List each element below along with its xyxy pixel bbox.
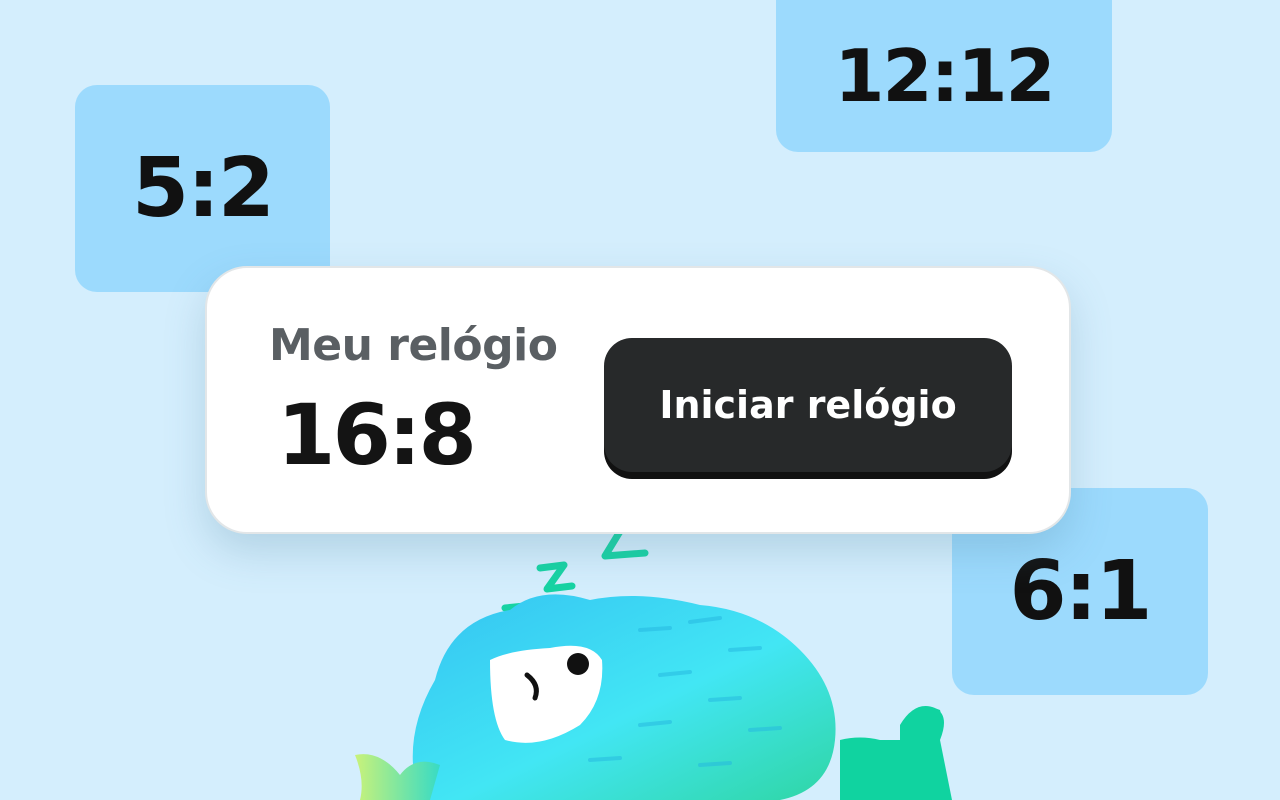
tile-text: 6:1: [1009, 544, 1153, 639]
my-clock-card: Meu relógio 16:8 Iniciar relógio: [205, 266, 1071, 534]
fasting-plan-tile-5-2: 5:2: [75, 85, 330, 292]
sleeping-mascot-icon: [355, 511, 952, 800]
fasting-plan-tile-12-12: 12:12: [776, 0, 1112, 152]
tile-text: 5:2: [132, 141, 275, 236]
start-clock-button[interactable]: Iniciar relógio: [604, 338, 1012, 472]
tile-text: 12:12: [834, 34, 1055, 118]
fasting-ratio-value: 16:8: [277, 386, 477, 484]
my-clock-label: Meu relógio: [269, 320, 558, 371]
